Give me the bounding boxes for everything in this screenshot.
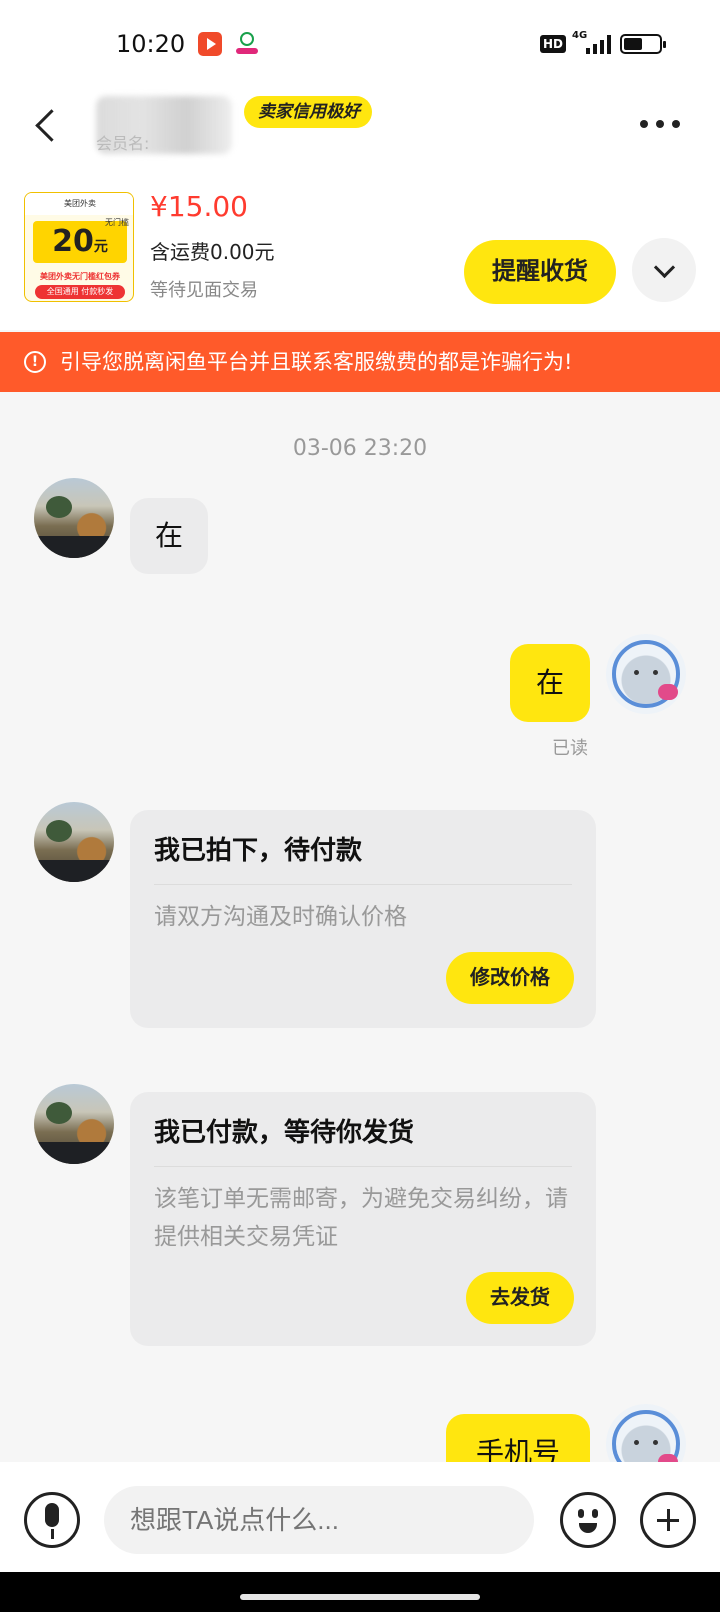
warning-icon: ! xyxy=(24,351,46,373)
product-image[interactable]: 美团外卖 20元 无门槛 美团外卖无门槛红包券 全国通用 付款秒发 xyxy=(24,192,134,302)
fraud-warning-banner: ! 引导您脱离闲鱼平台并且联系客服缴费的都是诈骗行为! xyxy=(0,332,720,392)
product-image-tag: 无门槛 xyxy=(105,218,129,227)
own-avatar[interactable] xyxy=(606,634,686,714)
more-options-icon[interactable] xyxy=(640,114,690,134)
home-gesture-handle[interactable] xyxy=(240,1594,480,1600)
product-card[interactable]: 美团外卖 20元 无门槛 美团外卖无门槛红包券 全国通用 付款秒发 ¥15.00… xyxy=(0,180,720,330)
remind-receipt-button[interactable]: 提醒收货 xyxy=(464,240,616,304)
buyer-avatar[interactable] xyxy=(34,1084,114,1164)
message-bubble-own[interactable]: 在 xyxy=(510,644,590,722)
signal-icon xyxy=(586,34,611,54)
modify-price-button[interactable]: 修改价格 xyxy=(446,952,574,1004)
video-app-icon xyxy=(198,32,222,56)
card-description: 请双方沟通及时确认价格 xyxy=(154,904,407,930)
emoji-icon[interactable] xyxy=(560,1492,616,1548)
credit-badge: 卖家信用极好 xyxy=(244,96,372,128)
plus-icon[interactable] xyxy=(640,1492,696,1548)
card-divider xyxy=(154,1166,572,1167)
mobile-carrier-icon xyxy=(236,32,258,56)
chevron-down-icon[interactable] xyxy=(632,238,696,302)
message-input[interactable] xyxy=(104,1486,534,1554)
status-time: 10:20 xyxy=(116,30,186,58)
trade-status: 等待见面交易 xyxy=(150,280,258,301)
buyer-avatar[interactable] xyxy=(34,478,114,558)
product-image-subtitle: 全国通用 付款秒发 xyxy=(35,285,125,299)
back-icon[interactable] xyxy=(26,104,70,148)
status-bar: 10:20 HD 4G xyxy=(0,0,720,86)
read-status: 已读 xyxy=(552,738,588,759)
order-card-paid: 我已付款，等待你发货 该笔订单无需邮寄，为避免交易纠纷，请提供相关交易凭证 去发… xyxy=(130,1092,596,1346)
product-price: ¥15.00 xyxy=(150,190,248,223)
card-title: 我已拍下，待付款 xyxy=(154,836,363,866)
message-input-bar xyxy=(0,1462,720,1572)
shipping-fee: 含运费0.00元 xyxy=(150,240,275,264)
order-card-placed: 我已拍下，待付款 请双方沟通及时确认价格 修改价格 xyxy=(130,810,596,1028)
chat-header: 会员名: 卖家信用极好 xyxy=(0,86,720,180)
microphone-icon[interactable] xyxy=(24,1492,80,1548)
card-divider xyxy=(154,884,572,885)
card-title: 我已付款，等待你发货 xyxy=(154,1118,415,1148)
message-bubble-own[interactable]: 手机号 xyxy=(446,1414,590,1462)
warning-text: 引导您脱离闲鱼平台并且联系客服缴费的都是诈骗行为! xyxy=(60,350,573,374)
product-image-brand: 美团外卖 xyxy=(25,193,133,215)
seller-member-label: 会员名: xyxy=(96,134,150,153)
ship-button[interactable]: 去发货 xyxy=(466,1272,574,1324)
product-image-title: 美团外卖无门槛红包券 xyxy=(40,272,120,281)
chat-area[interactable]: 03-06 23:20 在 在 已读 我已拍下，待付款 请双方沟通及时确认价格 … xyxy=(0,392,720,1462)
network-type: 4G xyxy=(572,30,588,41)
battery-icon xyxy=(620,34,666,54)
card-description: 该笔订单无需邮寄，为避免交易纠纷，请提供相关交易凭证 xyxy=(154,1186,568,1250)
chat-timestamp: 03-06 23:20 xyxy=(292,436,428,461)
own-avatar[interactable] xyxy=(606,1404,686,1462)
message-bubble[interactable]: 在 xyxy=(130,498,208,574)
hd-badge-icon: HD xyxy=(540,35,567,53)
buyer-avatar[interactable] xyxy=(34,802,114,882)
system-navigation-bar xyxy=(0,1572,720,1612)
